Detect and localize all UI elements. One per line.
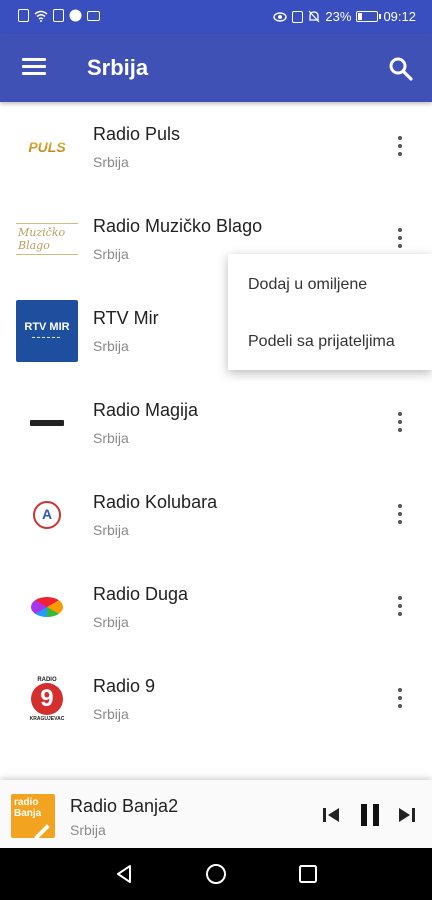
eye-comfort-icon [273,11,288,22]
battery-percent: 23% [325,9,352,24]
station-country: Srbija [93,430,129,446]
station-country: Srbija [93,522,129,538]
station-logo [16,760,78,780]
station-logo: PULS [16,116,78,178]
station-logo-number: 9 [30,682,63,715]
menu-item-add-favorite[interactable]: Dodaj u omiljene [248,276,367,294]
player-station-name: Radio Banja2 [70,796,179,816]
station-logo-text: PULS [28,139,66,155]
back-icon[interactable] [112,862,136,886]
status-left-icons [18,9,100,22]
station-name: Radio Kolubara [93,492,218,512]
screen-icon [87,10,100,21]
mini-player[interactable]: radio Banja Radio Banja2 Srbija [0,780,432,848]
player-station-logo: radio Banja [11,794,55,840]
more-options-icon[interactable] [394,228,406,250]
station-country: Srbija [93,246,129,262]
station-country: Srbija [93,338,129,354]
mute-icon [308,10,320,23]
station-name: Radio Magija [93,400,199,420]
station-item-partial[interactable] [0,746,432,780]
station-logo-city: KRAGUJEVAC [29,715,65,722]
more-options-icon[interactable] [394,504,406,526]
station-country: Srbija [93,154,129,170]
home-icon[interactable] [204,862,228,886]
station-logo: Muzičko Blago [16,208,78,270]
more-options-icon[interactable] [394,596,406,618]
more-options-icon[interactable] [394,412,406,434]
status-right-icons: 23% 09:12 [273,9,416,24]
station-name: Radio Puls [93,124,181,144]
station-name: Radio Muzičko Blago [93,216,263,236]
messenger-icon [69,9,82,22]
overflow-popup-menu: Dodaj u omiljene Podeli sa prijateljima [228,254,432,370]
more-options-icon[interactable] [394,688,406,710]
battery-icon [356,11,382,22]
hamburger-menu-icon[interactable] [22,58,46,76]
station-name: Radio 9 [93,676,156,696]
search-icon[interactable] [388,56,414,82]
skip-next-icon[interactable] [396,800,418,830]
station-logo [16,576,78,638]
station-item[interactable]: Radio Kolubara Srbija [0,470,432,562]
station-name: RTV Mir [93,308,159,328]
station-item[interactable]: Radio Magija Srbija [0,378,432,470]
status-bar: 23% 09:12 [0,0,432,34]
station-logo-text: RTV MIR [24,321,70,333]
station-logo [16,392,78,454]
menu-item-share[interactable]: Podeli sa prijateljima [248,333,395,351]
recents-icon[interactable] [296,862,320,886]
more-options-icon[interactable] [394,136,406,158]
station-country: Srbija [93,614,129,630]
clock: 09:12 [383,9,416,24]
station-name: Radio Duga [93,584,189,604]
player-logo-text-2: Banja [14,808,42,819]
station-item[interactable]: PULS Radio Puls Srbija [0,102,432,194]
station-list: PULS Radio Puls Srbija Muzičko Blago Rad… [0,102,432,780]
nfc-icon [292,10,304,23]
station-logo: RTV MIR ━━━━━━ [16,300,78,362]
station-logo-text: RADIO [37,676,57,683]
system-navigation-bar [0,848,432,900]
player-station-country: Srbija [70,822,106,838]
page-title: Srbija [87,55,149,80]
player-logo-text-1: radio [14,797,39,808]
notification-icon [18,9,29,22]
station-item[interactable]: Radio Duga Srbija [0,562,432,654]
station-country: Srbija [93,706,129,722]
pause-icon[interactable] [357,800,383,830]
skip-previous-icon[interactable] [320,800,342,830]
gallery-icon [53,9,64,22]
station-logo: RADIO 9 KRAGUJEVAC [16,668,78,730]
app-bar: Srbija [0,34,432,102]
battery-level-fill [358,13,363,20]
wifi-icon [34,10,48,22]
station-logo-text: Muzičko Blago [16,223,78,255]
station-item[interactable]: RADIO 9 KRAGUJEVAC Radio 9 Srbija [0,654,432,746]
station-logo [16,484,78,546]
